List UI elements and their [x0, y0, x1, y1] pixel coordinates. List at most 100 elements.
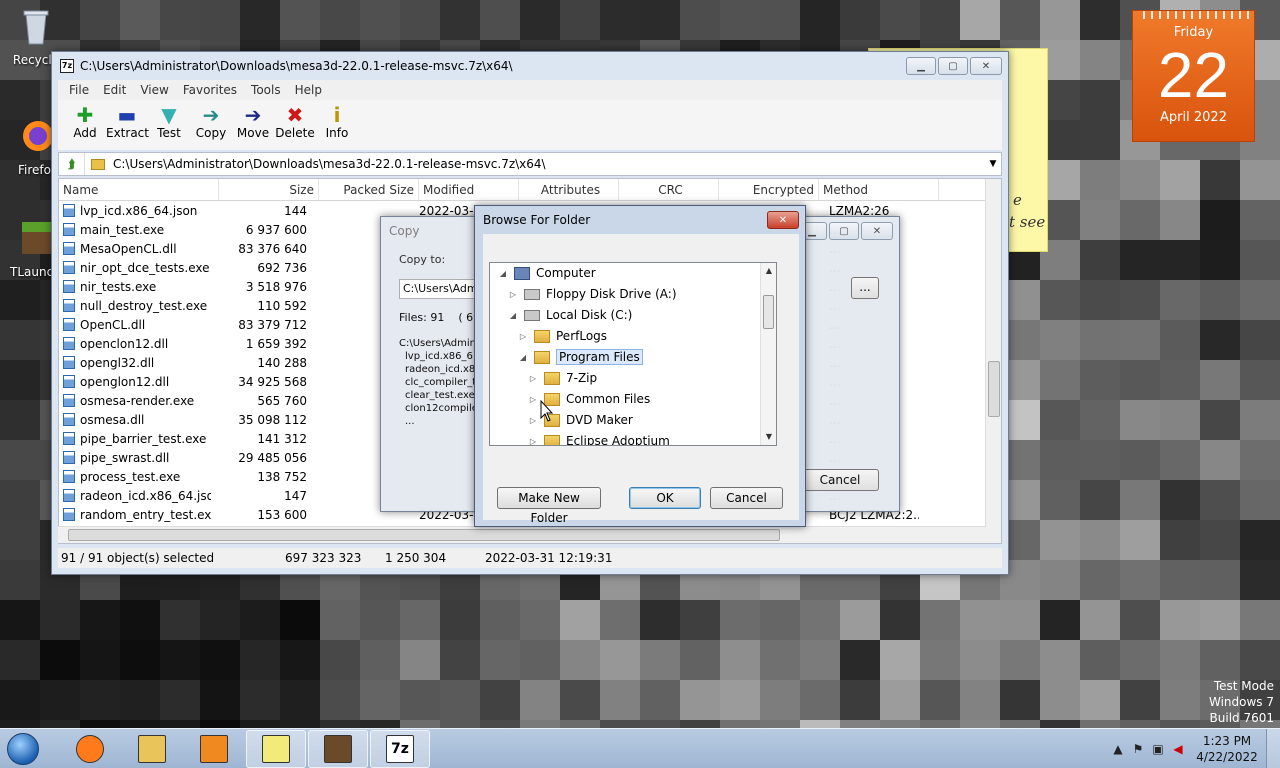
tree-item-7-zip[interactable]: ▷ 7-Zip: [528, 368, 597, 388]
wallpaper-pixel: [1200, 160, 1240, 200]
tree-item-floppy-disk-drive-a[interactable]: ▷ Floppy Disk Drive (A:): [508, 284, 677, 304]
taskbar-app-media-player[interactable]: [184, 730, 244, 768]
column-packed-size[interactable]: Packed Size: [319, 179, 419, 200]
cancel-button[interactable]: Cancel: [710, 487, 783, 509]
scroll-up-icon[interactable]: ▲: [761, 263, 776, 279]
make-new-folder-button[interactable]: Make New Folder: [497, 487, 601, 525]
taskbar-app-sticky-notes[interactable]: [246, 729, 306, 768]
wallpaper-pixel: [1080, 560, 1120, 600]
taskbar-app-7zip[interactable]: 7z: [370, 729, 430, 768]
maximize-button[interactable]: ▢: [938, 57, 968, 75]
taskbar-app-windows-explorer[interactable]: [122, 730, 182, 768]
network-icon[interactable]: ▣: [1148, 742, 1168, 756]
column-attributes[interactable]: Attributes: [519, 179, 619, 200]
column-modified[interactable]: Modified: [419, 179, 519, 200]
menu-favorites[interactable]: Favorites: [176, 83, 244, 97]
horizontal-scrollbar[interactable]: [58, 526, 986, 543]
column-size[interactable]: Size: [219, 179, 319, 200]
move-button[interactable]: ➔ Move: [232, 100, 274, 140]
add-button[interactable]: ✚ Add: [64, 100, 106, 140]
wallpaper-pixel: [1120, 480, 1160, 520]
collapse-arrow-icon[interactable]: ◢: [518, 353, 528, 362]
expand-arrow-icon[interactable]: ▷: [508, 290, 518, 299]
action-center-flag-icon[interactable]: ⚑: [1128, 742, 1148, 756]
tree-item-computer[interactable]: ◢ Computer: [498, 263, 596, 283]
extract-button[interactable]: ▬ Extract: [106, 100, 149, 140]
7zip-titlebar[interactable]: 7z C:\Users\Administrator\Downloads\mesa…: [52, 52, 1008, 80]
file-name-cell: opengl32.dll: [59, 356, 211, 370]
wallpaper-pixel: [1240, 280, 1280, 320]
expand-arrow-icon[interactable]: ▷: [528, 395, 538, 404]
file-name-cell: process_test.exe: [59, 470, 211, 484]
wallpaper-pixel: [920, 680, 960, 720]
column-encrypted[interactable]: Encrypted: [719, 179, 819, 200]
chevron-down-icon[interactable]: ▼: [985, 159, 1001, 169]
menu-tools[interactable]: Tools: [244, 83, 288, 97]
wallpaper-pixel: [80, 680, 120, 720]
volume-muted-icon[interactable]: ◀: [1168, 742, 1188, 756]
start-button[interactable]: [0, 729, 46, 768]
menu-view[interactable]: View: [133, 83, 175, 97]
maximize-button[interactable]: ▢: [829, 222, 859, 240]
folder-tree[interactable]: ◢ Computer ▷ Floppy Disk Drive (A:) ◢ Local D…: [489, 262, 777, 446]
windows-explorer-icon: [138, 734, 166, 763]
toolbar-label: Delete: [275, 126, 315, 140]
wallpaper-pixel: [840, 720, 880, 728]
file-size: 147: [284, 488, 307, 503]
wallpaper-pixel: [360, 0, 400, 40]
close-button[interactable]: ✕: [970, 57, 1002, 75]
wallpaper-pixel: [920, 720, 960, 728]
tree-item-perflogs[interactable]: ▷ PerfLogs: [518, 326, 607, 346]
expand-arrow-icon[interactable]: ▷: [528, 374, 538, 383]
close-button[interactable]: ✕: [861, 222, 893, 240]
tree-item-local-disk-c[interactable]: ◢ Local Disk (C:): [508, 305, 632, 325]
scroll-thumb[interactable]: [763, 295, 774, 329]
column-name[interactable]: Name: [59, 179, 219, 200]
menu-help[interactable]: Help: [288, 83, 329, 97]
expand-arrow-icon[interactable]: ▷: [528, 437, 538, 446]
calendar-gadget[interactable]: Friday 22 April 2022: [1132, 10, 1255, 142]
tree-item-eclipse-adoptium[interactable]: ▷ Eclipse Adoptium: [528, 431, 670, 446]
wallpaper-pixel: [280, 640, 320, 680]
file-name: null_destroy_test.exe: [80, 298, 208, 313]
address-path[interactable]: C:\Users\Administrator\Downloads\mesa3d-…: [113, 157, 985, 171]
clock[interactable]: 1:23 PM 4/22/2022: [1188, 733, 1266, 765]
copy-button[interactable]: ➔ Copy: [190, 100, 232, 140]
show-desktop-button[interactable]: [1266, 729, 1280, 768]
menu-file[interactable]: File: [62, 83, 96, 97]
copy-to-path-field[interactable]: C:\Users\Admi: [399, 279, 479, 299]
file-name: OpenCL.dll: [80, 317, 146, 332]
test-button[interactable]: ▼ Test: [148, 100, 190, 140]
tree-item-program-files[interactable]: ◢ Program Files: [518, 347, 643, 367]
expand-arrow-icon[interactable]: ▷: [528, 416, 538, 425]
scroll-down-icon[interactable]: ▼: [761, 429, 776, 445]
delete-button[interactable]: ✖ Delete: [274, 100, 316, 140]
vertical-scrollbar[interactable]: [985, 179, 1001, 543]
ok-button[interactable]: OK: [629, 487, 701, 509]
info-button[interactable]: i Info: [316, 100, 358, 140]
collapse-arrow-icon[interactable]: ◢: [508, 311, 518, 320]
taskbar-app-firefox[interactable]: [60, 730, 120, 768]
browse-dialog-titlebar[interactable]: Browse For Folder ✕: [475, 206, 805, 234]
column-crc[interactable]: CRC: [619, 179, 719, 200]
expand-arrow-icon[interactable]: ▷: [518, 332, 528, 341]
browse-button[interactable]: ...: [851, 277, 879, 299]
collapse-arrow-icon[interactable]: ◢: [498, 269, 508, 278]
tree-item-label: Computer: [536, 266, 596, 280]
wallpaper-pixel: [1240, 240, 1280, 280]
scroll-thumb[interactable]: [68, 529, 780, 541]
wallpaper-pixel: [440, 0, 480, 40]
copy-cancel-button[interactable]: Cancel: [801, 469, 879, 491]
address-bar[interactable]: ⮭ C:\Users\Administrator\Downloads\mesa3…: [58, 152, 1002, 176]
show-hidden-icons-icon[interactable]: ▲: [1108, 742, 1128, 756]
up-folder-icon[interactable]: ⮭: [59, 153, 85, 175]
taskbar-app-minecraft[interactable]: [308, 729, 368, 768]
tree-scrollbar[interactable]: ▲ ▼: [760, 263, 776, 445]
wallpaper-pixel: [0, 440, 40, 480]
tree-item-label: Local Disk (C:): [546, 308, 633, 322]
column-method[interactable]: Method: [819, 179, 939, 200]
minimize-button[interactable]: ▁: [906, 57, 936, 75]
menu-edit[interactable]: Edit: [96, 83, 133, 97]
scroll-thumb[interactable]: [988, 361, 1000, 417]
close-button[interactable]: ✕: [767, 211, 799, 229]
